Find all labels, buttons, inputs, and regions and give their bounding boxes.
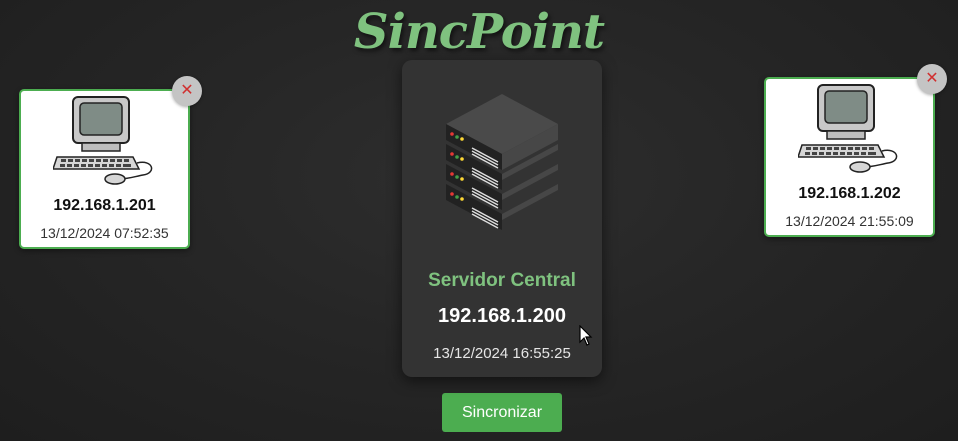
- client-ip: 192.168.1.202: [798, 185, 901, 202]
- desktop-computer-icon: [798, 84, 898, 173]
- close-icon: ✕: [180, 82, 194, 99]
- server-card: Servidor Central 192.168.1.200 13/12/202…: [402, 60, 602, 377]
- desktop-computer-icon: [53, 96, 153, 185]
- mouse-cursor-icon: [579, 325, 593, 346]
- close-icon: ✕: [925, 70, 939, 87]
- client-card[interactable]: 192.168.1.202 13/12/2024 21:55:09: [764, 77, 935, 237]
- client-ip: 192.168.1.201: [53, 197, 156, 214]
- server-title: Servidor Central: [428, 270, 576, 291]
- client-timestamp: 13/12/2024 21:55:09: [785, 213, 914, 229]
- remove-client-button[interactable]: ✕: [172, 76, 202, 106]
- remove-client-button[interactable]: ✕: [917, 64, 947, 94]
- app-logo: SincPoint: [353, 4, 605, 60]
- client-timestamp: 13/12/2024 07:52:35: [40, 225, 169, 241]
- server-rack-icon: [446, 94, 558, 230]
- sync-button[interactable]: Sincronizar: [442, 393, 562, 432]
- client-card[interactable]: 192.168.1.201 13/12/2024 07:52:35: [19, 89, 190, 249]
- server-ip: 192.168.1.200: [438, 305, 566, 327]
- server-timestamp: 13/12/2024 16:55:25: [433, 345, 571, 362]
